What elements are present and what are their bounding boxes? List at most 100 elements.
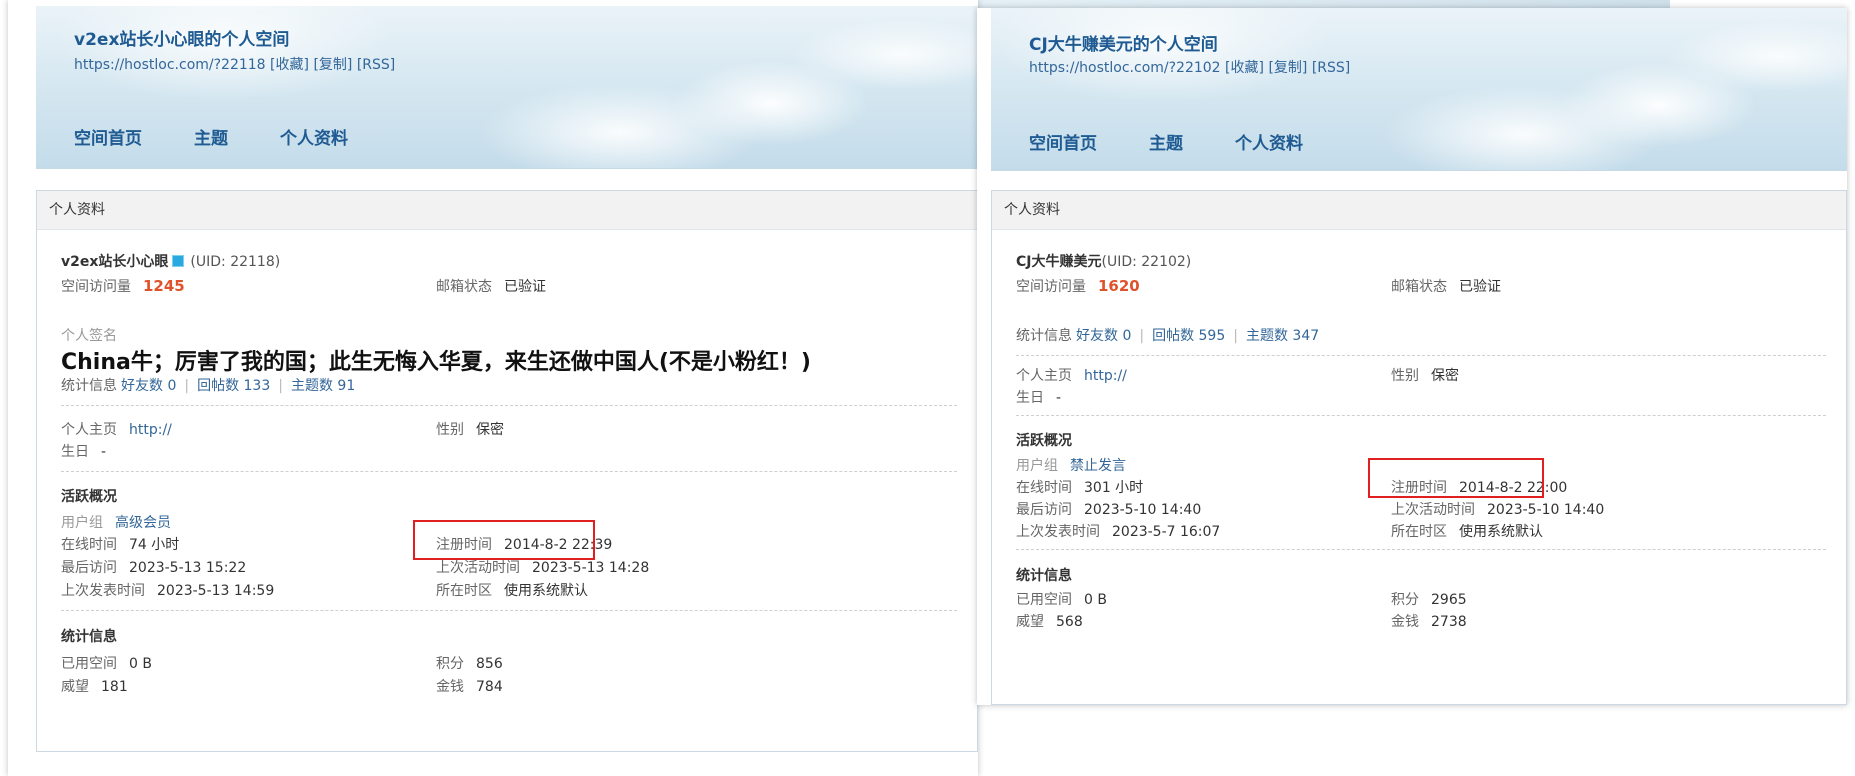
group-line: 用户组 高级会员 [61, 512, 171, 532]
space-line: 已用空间 0 B [1016, 589, 1107, 609]
points-value: 856 [476, 656, 503, 672]
last-active-value: 2023-5-10 14:40 [1487, 502, 1605, 518]
email-status: 邮箱状态 已验证 [1391, 276, 1501, 296]
visits-line: 空间访问量 1245 [61, 276, 185, 296]
group-line: 用户组 禁止发言 [1016, 455, 1126, 475]
profile-box: 个人资料 CJ大牛赚美元(UID: 22102) 空间访问量 1620 邮箱状态已… [991, 190, 1847, 705]
nav-profile[interactable]: 个人资料 [280, 124, 348, 149]
group-link[interactable]: 禁止发言 [1070, 458, 1126, 474]
topics-link[interactable]: 主题数 91 [291, 378, 355, 394]
email-status: 邮箱状态 已验证 [436, 276, 546, 296]
last-active-line: 上次活动时间 2023-5-10 14:40 [1391, 499, 1604, 519]
prestige-value: 568 [1056, 614, 1083, 630]
last-visit-label: 最后访问 [61, 560, 117, 576]
friends-link[interactable]: 好友数 0 [1076, 328, 1131, 344]
divider [61, 471, 957, 472]
replies-link[interactable]: 回帖数 595 [1152, 328, 1225, 344]
username: v2ex站长小心眼 [61, 254, 169, 270]
space-label: 已用空间 [61, 656, 117, 672]
homepage-line: 个人主页 http:// [61, 419, 172, 439]
topics-link[interactable]: 主题数 347 [1246, 328, 1319, 344]
right-profile-window: CJ大牛赚美元的个人空间 https://hostloc.com/?22102 … [977, 8, 1847, 705]
birthday-line: 生日 - [1016, 387, 1061, 407]
money-value: 784 [476, 679, 503, 695]
space-url-link[interactable]: https://hostloc.com/?22102 [1029, 60, 1221, 76]
points-label: 积分 [436, 656, 464, 672]
space-nav: 空间首页 主题 个人资料 [74, 124, 400, 149]
email-value: 已验证 [504, 279, 546, 295]
username: CJ大牛赚美元 [1016, 254, 1102, 270]
last-active-line: 上次活动时间 2023-5-13 14:28 [436, 557, 649, 577]
online-label: 在线时间 [61, 537, 117, 553]
birthday-label: 生日 [61, 444, 89, 460]
last-visit-value: 2023-5-10 14:40 [1084, 502, 1202, 518]
nav-topics[interactable]: 主题 [194, 124, 228, 149]
timezone-value: 使用系统默认 [504, 583, 588, 599]
divider [61, 405, 957, 406]
prestige-line: 威望 181 [61, 676, 128, 696]
birthday-line: 生日 - [61, 441, 106, 461]
homepage-link[interactable]: http:// [1084, 368, 1127, 384]
email-value: 已验证 [1459, 279, 1501, 295]
prestige-label: 威望 [61, 679, 89, 695]
space-title: CJ大牛赚美元的个人空间 [1029, 35, 1218, 55]
friends-link[interactable]: 好友数 0 [121, 378, 176, 394]
last-post-value: 2023-5-7 16:07 [1112, 524, 1221, 540]
last-visit-line: 最后访问 2023-5-13 15:22 [61, 557, 246, 577]
space-url-line: https://hostloc.com/?22102 [收藏] [复制] [RS… [1029, 57, 1350, 77]
birthday-label: 生日 [1016, 390, 1044, 406]
divider [1016, 415, 1826, 416]
verified-icon [172, 255, 185, 267]
online-value: 74 小时 [129, 537, 180, 553]
reg-line: 注册时间 2014-8-2 22:39 [436, 534, 612, 554]
timezone-label: 所在时区 [1391, 524, 1447, 540]
timezone-line: 所在时区 使用系统默认 [1391, 521, 1543, 541]
gender-value: 保密 [476, 422, 504, 438]
visits-count: 1245 [143, 277, 185, 295]
space-title: v2ex站长小心眼的个人空间 [74, 30, 290, 50]
timezone-label: 所在时区 [436, 583, 492, 599]
birthday-value: - [101, 444, 107, 460]
profile-box: 个人资料 v2ex站长小心眼 (UID: 22118) 空间访问量 1245 邮箱状… [36, 190, 978, 752]
homepage-line: 个人主页 http:// [1016, 365, 1127, 385]
reg-value: 2014-8-2 22:00 [1459, 480, 1568, 496]
last-visit-label: 最后访问 [1016, 502, 1072, 518]
rss-link[interactable]: [RSS] [357, 57, 395, 73]
user-line: v2ex站长小心眼 (UID: 22118) [61, 251, 280, 271]
stats-line: 统计信息 好友数 0 | 回帖数 595 | 主题数 347 [1016, 328, 1320, 344]
online-line: 在线时间 74 小时 [61, 534, 179, 554]
nav-profile[interactable]: 个人资料 [1235, 129, 1303, 154]
last-post-value: 2023-5-13 14:59 [157, 583, 275, 599]
online-label: 在线时间 [1016, 480, 1072, 496]
last-visit-line: 最后访问 2023-5-10 14:40 [1016, 499, 1201, 519]
divider [1016, 355, 1826, 356]
reg-label: 注册时间 [1391, 480, 1447, 496]
timezone-line: 所在时区 使用系统默认 [436, 580, 588, 600]
last-active-value: 2023-5-13 14:28 [532, 560, 650, 576]
favorite-link[interactable]: [收藏] [270, 57, 309, 73]
group-link[interactable]: 高级会员 [115, 515, 171, 531]
space-url-link[interactable]: https://hostloc.com/?22118 [74, 57, 266, 73]
nav-home[interactable]: 空间首页 [1029, 129, 1097, 154]
last-visit-value: 2023-5-13 15:22 [129, 560, 247, 576]
space-url-line: https://hostloc.com/?22118 [收藏] [复制] [RS… [74, 54, 395, 74]
signature-label: 个人签名 [61, 328, 117, 344]
stats-title: 统计信息 [61, 629, 117, 645]
rss-link[interactable]: [RSS] [1312, 60, 1350, 76]
homepage-link[interactable]: http:// [129, 422, 172, 438]
nav-home[interactable]: 空间首页 [74, 124, 142, 149]
uid: (UID: 22118) [190, 254, 281, 270]
birthday-value: - [1056, 390, 1062, 406]
money-line: 金钱 784 [436, 676, 503, 696]
money-line: 金钱 2738 [1391, 611, 1467, 631]
space-line: 已用空间 0 B [61, 653, 152, 673]
space-header: CJ大牛赚美元的个人空间 https://hostloc.com/?22102 … [991, 8, 1847, 171]
user-line: CJ大牛赚美元(UID: 22102) [1016, 251, 1191, 271]
replies-link[interactable]: 回帖数 133 [197, 378, 270, 394]
copy-link[interactable]: [复制] [1268, 60, 1307, 76]
copy-link[interactable]: [复制] [313, 57, 352, 73]
nav-topics[interactable]: 主题 [1149, 129, 1183, 154]
space-nav: 空间首页 主题 个人资料 [1029, 129, 1355, 154]
favorite-link[interactable]: [收藏] [1225, 60, 1264, 76]
last-post-label: 上次发表时间 [1016, 524, 1100, 540]
